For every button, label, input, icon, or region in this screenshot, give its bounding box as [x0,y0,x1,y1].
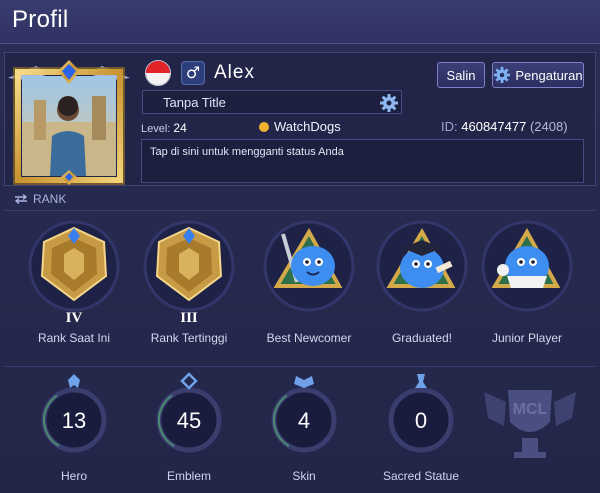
level-label: Level: [141,123,171,135]
avatar[interactable] [6,60,132,186]
player-name: Alex [214,62,255,83]
id-label: ID: [441,119,458,134]
highest-rank-medal[interactable]: III Rank Tertinggi [133,214,245,348]
skin-label: Skin [292,469,316,483]
rank-shield-icon [143,220,235,312]
highest-rank-caption: Rank Tertinggi [150,331,228,345]
player-title-text: Tanpa Title [163,95,226,110]
swap-arrows-icon [14,194,28,204]
edit-title-gear-icon[interactable] [379,93,399,113]
squad-icon [259,121,269,132]
hero-icon [68,374,80,388]
best-newcomer-medal[interactable]: Best Newcomer [253,214,365,348]
hero-label: Hero [60,469,87,483]
squad-name-text: WatchDogs [274,119,341,134]
graduated-medal[interactable]: Graduated! [366,214,478,348]
current-rank-tier: IV [65,310,83,326]
current-rank-caption: Rank Saat Ini [37,331,111,345]
avatar-frame-graphic [8,60,130,185]
rank-shield-icon [28,220,120,312]
sacred-statue-label: Sacred Statue [382,469,460,483]
highest-rank-tier: III [180,310,198,326]
skin-count: 4 [297,408,311,433]
sacred-statue-stat[interactable]: 0 Sacred Statue [365,372,477,488]
squad-name[interactable]: WatchDogs [259,119,341,134]
current-rank-medal[interactable]: IV Rank Saat Ini [18,214,130,348]
statue-icon [415,374,427,388]
copy-button-label: Salin [446,67,476,83]
id-value: 460847477 [461,119,527,134]
page-title: Profil [12,6,69,33]
player-id: ID: 460847477 (2408) [441,119,568,134]
player-title-field[interactable]: Tanpa Title [142,90,402,114]
mascot-karate-icon [481,220,573,312]
mcl-badge-text: MCL [513,401,548,418]
emblem-label: Emblem [166,469,211,483]
hero-count-stat[interactable]: 13 Hero [18,372,130,488]
skin-count-stat[interactable]: 4 Skin [248,372,360,488]
section-divider [4,366,596,367]
rank-section-header: RANK [14,192,66,206]
gender-male-icon: ♂ [181,61,205,85]
mascot-graduation-icon [376,220,468,312]
zone-id: (2408) [529,119,568,134]
country-flag-icon [145,60,171,86]
emblem-count-stat[interactable]: 45 Emblem [133,372,245,488]
best-newcomer-caption: Best Newcomer [266,331,352,345]
level-value: 24 [173,121,187,135]
status-placeholder: Tap di sini untuk mengganti status Anda [150,146,344,158]
mcl-trophy-icon: MCL [484,390,576,458]
mascot-sword-icon [263,220,355,312]
settings-button-label: Pengaturan [515,67,583,83]
junior-player-medal[interactable]: Junior Player [471,214,583,348]
skin-icon [294,376,314,388]
emblem-count: 45 [176,408,202,433]
rank-section-label: RANK [33,192,67,206]
header-bar: Profil [0,0,600,44]
gear-icon [494,66,511,84]
sacred-statue-count: 0 [414,408,428,433]
mcl-badge[interactable]: MCL [474,372,586,488]
section-divider [4,210,596,211]
emblem-icon [180,372,198,390]
junior-player-caption: Junior Player [491,331,563,345]
copy-button[interactable]: Salin [437,62,485,88]
status-input[interactable]: Tap di sini untuk mengganti status Anda [141,139,584,183]
player-level: Level: 24 [141,121,187,135]
graduated-caption: Graduated! [391,331,453,345]
hero-count: 13 [61,408,87,433]
settings-button[interactable]: Pengaturan [492,62,584,88]
